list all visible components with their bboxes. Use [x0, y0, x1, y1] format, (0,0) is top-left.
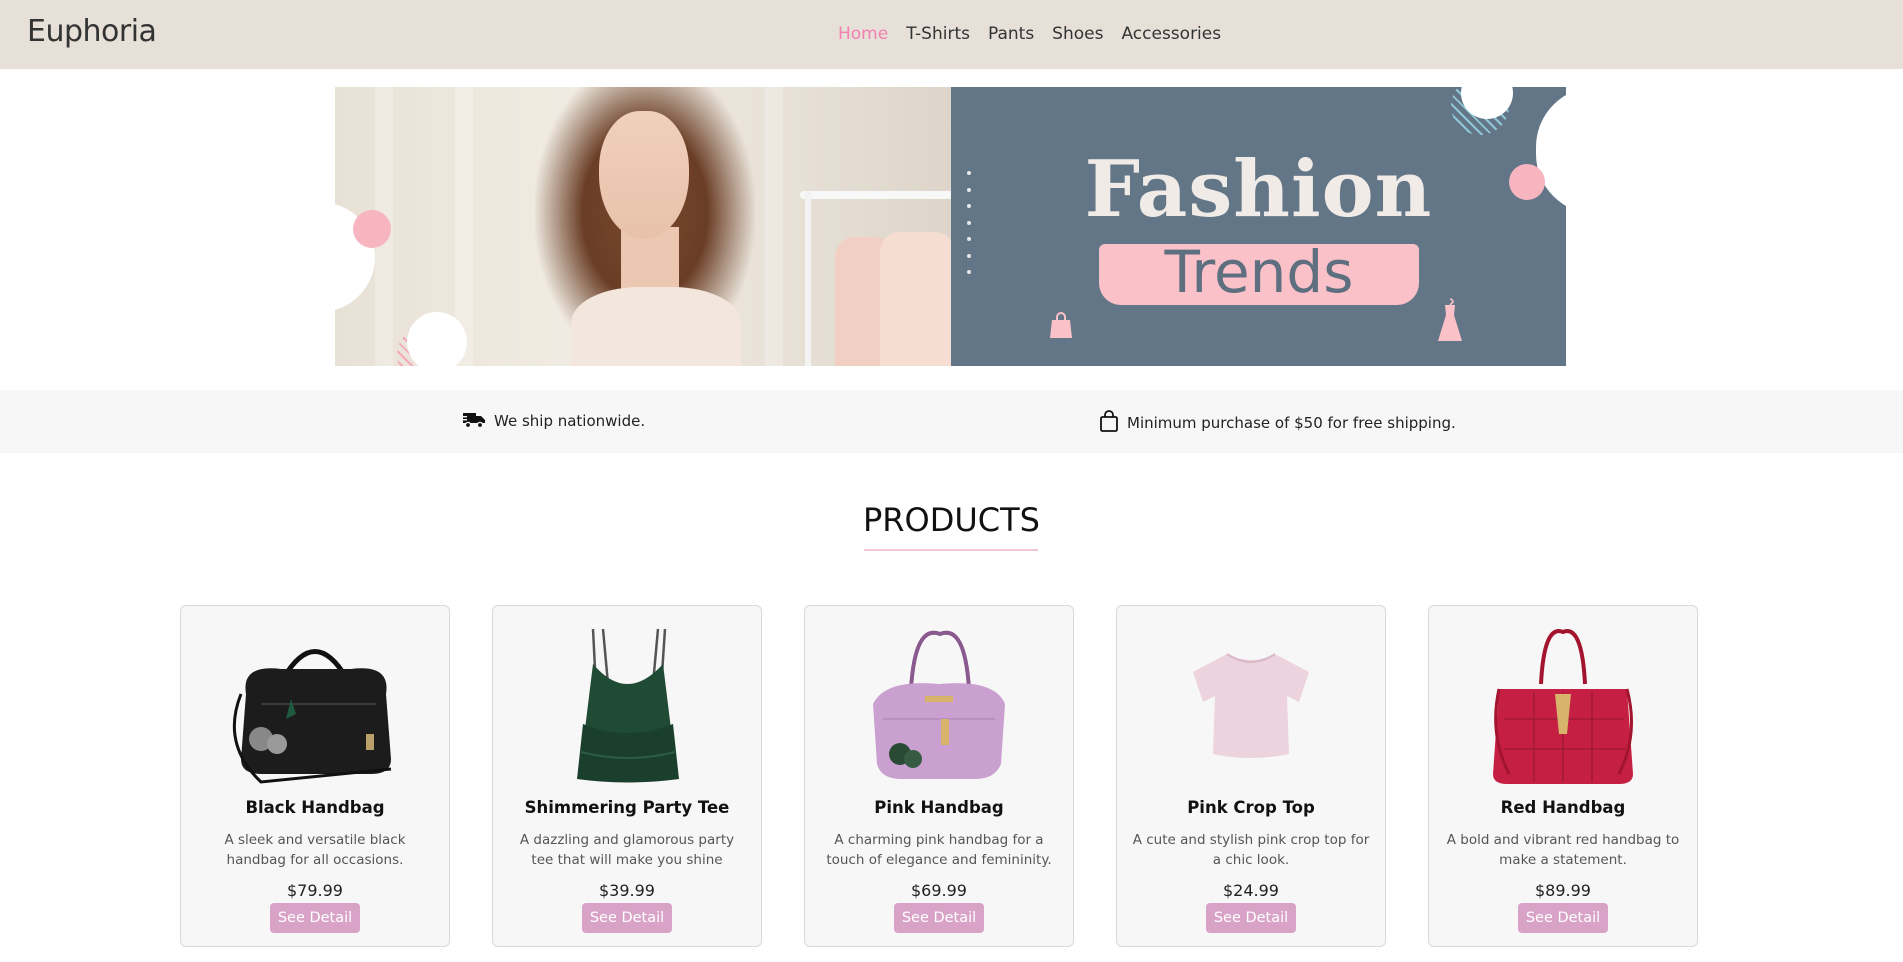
- decorative-white-circle: [407, 312, 467, 366]
- banner-title: Fashion: [1084, 144, 1433, 235]
- shopping-bag-icon: [1050, 312, 1072, 338]
- minimum-purchase-info: Minimum purchase of $50 for free shippin…: [1099, 410, 1456, 432]
- product-card: Shimmering Party Tee A dazzling and glam…: [492, 605, 762, 947]
- product-price: $24.99: [1223, 881, 1279, 900]
- banner-model-photo: [335, 87, 960, 366]
- see-detail-button[interactable]: See Detail: [1518, 903, 1608, 933]
- nav-link-home[interactable]: Home: [838, 24, 888, 44]
- product-card: Pink Crop Top A cute and stylish pink cr…: [1116, 605, 1386, 947]
- see-detail-button[interactable]: See Detail: [582, 903, 672, 933]
- pink-handbag-image: [873, 630, 1005, 779]
- clothes-rack-leg: [805, 191, 811, 366]
- shopping-bag-icon: [1100, 410, 1118, 432]
- product-card: Red Handbag A bold and vibrant red handb…: [1428, 605, 1698, 947]
- product-price: $69.99: [911, 881, 967, 900]
- product-description: A cute and stylish pink crop top for a c…: [1132, 832, 1370, 868]
- curtain-fold: [765, 87, 783, 366]
- shipping-text: We ship nationwide.: [494, 412, 646, 430]
- product-card: Black Handbag A sleek and versatile blac…: [180, 605, 450, 947]
- nav-link-t-shirts[interactable]: T-Shirts: [906, 24, 970, 44]
- minimum-purchase-text: Minimum purchase of $50 for free shippin…: [1127, 414, 1456, 432]
- shipping-info: We ship nationwide.: [462, 410, 645, 430]
- red-handbag-image: [1493, 629, 1633, 784]
- product-description: A charming pink handbag for a touch of e…: [826, 832, 1052, 868]
- product-name: Shimmering Party Tee: [524, 798, 730, 817]
- product-name: Pink Handbag: [874, 798, 1004, 817]
- top-navbar: Euphoria Home T-Shirts Pants Shoes Acces…: [0, 0, 1903, 69]
- model-face: [599, 111, 689, 239]
- truck-icon: [462, 413, 485, 429]
- product-description: A bold and vibrant red handbag to make a…: [1446, 832, 1680, 868]
- nav-link-shoes[interactable]: Shoes: [1052, 24, 1103, 44]
- model-top: [571, 287, 741, 366]
- shipping-info-strip: We ship nationwide. Minimum purchase of …: [0, 390, 1903, 453]
- nav-link-accessories[interactable]: Accessories: [1121, 24, 1221, 44]
- see-detail-button[interactable]: See Detail: [270, 903, 360, 933]
- heading-underline: [864, 549, 1038, 551]
- nav-link-pants[interactable]: Pants: [988, 24, 1034, 44]
- product-description: A sleek and versatile black handbag for …: [224, 832, 406, 868]
- product-description: A dazzling and glamorous party tee that …: [519, 832, 735, 868]
- product-name: Red Handbag: [1500, 798, 1626, 817]
- product-name: Pink Crop Top: [1187, 798, 1315, 817]
- product-price: $79.99: [287, 881, 343, 900]
- pink-crop-top-image: [1193, 653, 1309, 758]
- see-detail-button[interactable]: See Detail: [894, 903, 984, 933]
- main-nav: Home T-Shirts Pants Shoes Accessories: [838, 24, 1221, 44]
- product-card: Pink Handbag A charming pink handbag for…: [804, 605, 1074, 947]
- product-name: Black Handbag: [245, 798, 385, 817]
- product-price: $39.99: [599, 881, 655, 900]
- products-heading: PRODUCTS: [863, 501, 1040, 539]
- clothes-rack: [800, 191, 960, 199]
- dress-icon: [1438, 298, 1462, 341]
- banner-text-panel: Fashion Trends: [951, 87, 1566, 366]
- see-detail-button[interactable]: See Detail: [1206, 903, 1296, 933]
- party-tee-image: [577, 628, 679, 783]
- black-handbag-image: [232, 649, 392, 784]
- decorative-pink-circle: [1509, 164, 1545, 200]
- product-price: $89.99: [1535, 881, 1591, 900]
- hero-banner: Fashion Trends: [335, 87, 1566, 366]
- banner-subtitle: Trends: [1164, 238, 1354, 306]
- brand-logo[interactable]: Euphoria: [27, 14, 157, 49]
- decorative-pink-circle: [353, 210, 391, 248]
- hanging-garment: [880, 232, 955, 366]
